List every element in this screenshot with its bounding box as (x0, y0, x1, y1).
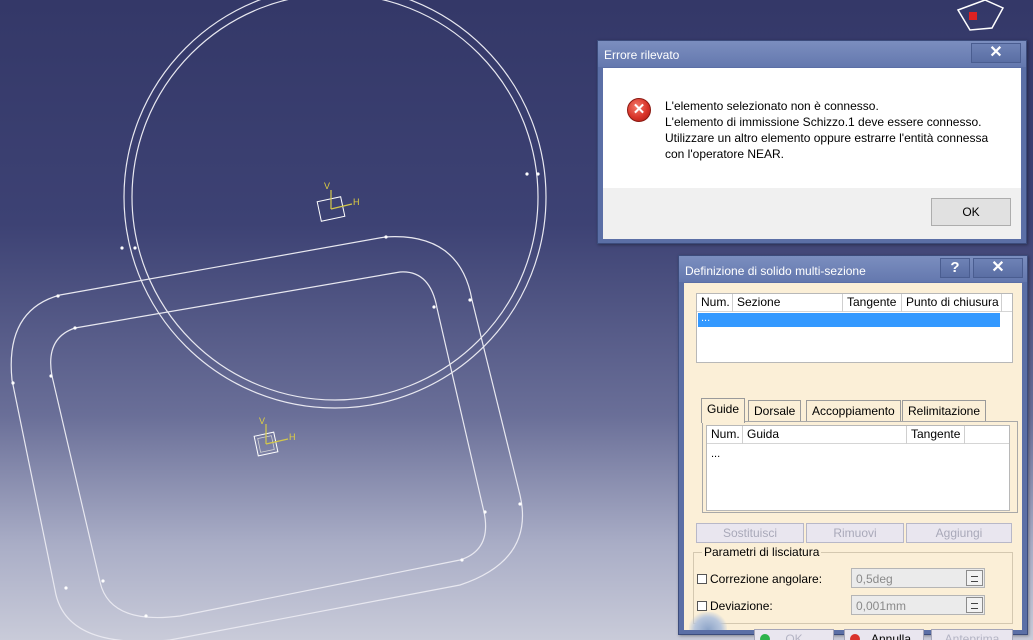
error-dialog: Errore rilevato ✕ ✕ L'elemento seleziona… (597, 40, 1027, 244)
sketch-axis-2: V H (253, 416, 296, 457)
deviation-field[interactable]: 0,001mm (851, 595, 985, 615)
preview-button[interactable]: Anteprima (931, 629, 1013, 640)
remove-button[interactable]: Rimuovi (806, 523, 904, 543)
deviation-label: Deviazione: (710, 599, 773, 613)
add-button[interactable]: Aggiungi (906, 523, 1012, 543)
error-button-area: OK (603, 188, 1021, 239)
error-line-1: L'elemento selezionato non è connesso. (665, 99, 879, 113)
ok-button[interactable]: OK (931, 198, 1011, 226)
error-dialog-titlebar[interactable]: Errore rilevato ✕ (598, 41, 1026, 67)
col-num[interactable]: Num. (697, 294, 733, 312)
col-guida[interactable]: Guida (743, 426, 907, 444)
smoothing-title: Parametri di lisciatura (702, 545, 822, 559)
error-icon: ✕ (627, 98, 651, 122)
tab-guide[interactable]: Guide (701, 398, 746, 423)
ok-label: OK (785, 632, 803, 640)
error-message-area: ✕ L'elemento selezionato non è connesso.… (603, 68, 1021, 188)
section-row-selected[interactable]: ... (698, 313, 1000, 327)
angular-correction-value: 0,5deg (856, 572, 893, 586)
error-line-2: L'elemento di immissione Schizzo.1 deve … (665, 115, 982, 129)
rounded-square-section[interactable] (10, 236, 524, 640)
ok-button[interactable]: OK (754, 629, 834, 640)
col-tangente[interactable]: Tangente (907, 426, 965, 444)
deviation-checkbox[interactable] (697, 601, 707, 611)
error-line-3: Utilizzare un altro elemento oppure estr… (665, 131, 989, 145)
ms-dialog-title: Definizione di solido multi-sezione (685, 264, 866, 278)
section-table[interactable]: Num. Sezione Tangente Punto di chiusura … (696, 293, 1013, 363)
axis-2-v-label: V (259, 416, 265, 426)
tab-relimitazione[interactable]: Relimitazione (902, 400, 987, 422)
col-punto-chiusura[interactable]: Punto di chiusura (902, 294, 1002, 312)
tab-dorsale[interactable]: Dorsale (748, 400, 802, 422)
stepper-icon[interactable] (966, 597, 983, 613)
error-line-4: con l'operatore NEAR. (665, 147, 785, 161)
tab-accoppiamento[interactable]: Accoppiamento (806, 400, 901, 422)
col-sezione[interactable]: Sezione (733, 294, 843, 312)
axis-2-h-label: H (289, 432, 296, 442)
stepper-icon[interactable] (966, 570, 983, 586)
sketch-axis-1: V H (316, 181, 360, 222)
deviation-value: 0,001mm (856, 599, 907, 613)
guide-tab-panel: Num. Guida Tangente ... (702, 421, 1018, 513)
cancel-label: Annulla (870, 632, 912, 640)
guide-table-header: Num. Guida Tangente (707, 426, 1009, 444)
axis-1-h-label: H (353, 197, 360, 207)
help-icon[interactable]: ? (940, 258, 970, 278)
dialog-corner-icon (689, 612, 727, 630)
section-table-header: Num. Sezione Tangente Punto di chiusura (697, 294, 1012, 312)
smoothing-group: Parametri di lisciatura Correzione angol… (693, 545, 1013, 624)
angular-correction-field[interactable]: 0,5deg (851, 568, 985, 588)
ms-dialog-titlebar[interactable]: Definizione di solido multi-sezione ? ✕ (679, 256, 1027, 282)
sketch-vertices (11, 172, 540, 618)
close-icon[interactable]: ✕ (973, 258, 1023, 278)
col-num[interactable]: Num. (707, 426, 743, 444)
cancel-button[interactable]: Annulla (844, 629, 924, 640)
guide-table[interactable]: Num. Guida Tangente ... (706, 425, 1010, 511)
circle-section[interactable] (123, 0, 547, 409)
ok-dot-icon (760, 634, 770, 640)
guide-row[interactable]: ... (708, 448, 720, 460)
angular-correction-checkbox[interactable] (697, 574, 707, 584)
multi-section-solid-dialog: Definizione di solido multi-sezione ? ✕ … (678, 255, 1028, 640)
angular-correction-label: Correzione angolare: (710, 572, 823, 586)
replace-button[interactable]: Sostituisci (696, 523, 804, 543)
close-icon[interactable]: ✕ (971, 43, 1021, 63)
error-dialog-title: Errore rilevato (604, 48, 680, 62)
cancel-dot-icon (850, 634, 860, 640)
compass-icon[interactable] (956, 0, 1005, 31)
axis-1-v-label: V (324, 181, 330, 191)
ms-dialog-body: Num. Sezione Tangente Punto di chiusura … (684, 283, 1022, 640)
error-message: L'elemento selezionato non è connesso. L… (665, 98, 988, 162)
col-tangente[interactable]: Tangente (843, 294, 902, 312)
